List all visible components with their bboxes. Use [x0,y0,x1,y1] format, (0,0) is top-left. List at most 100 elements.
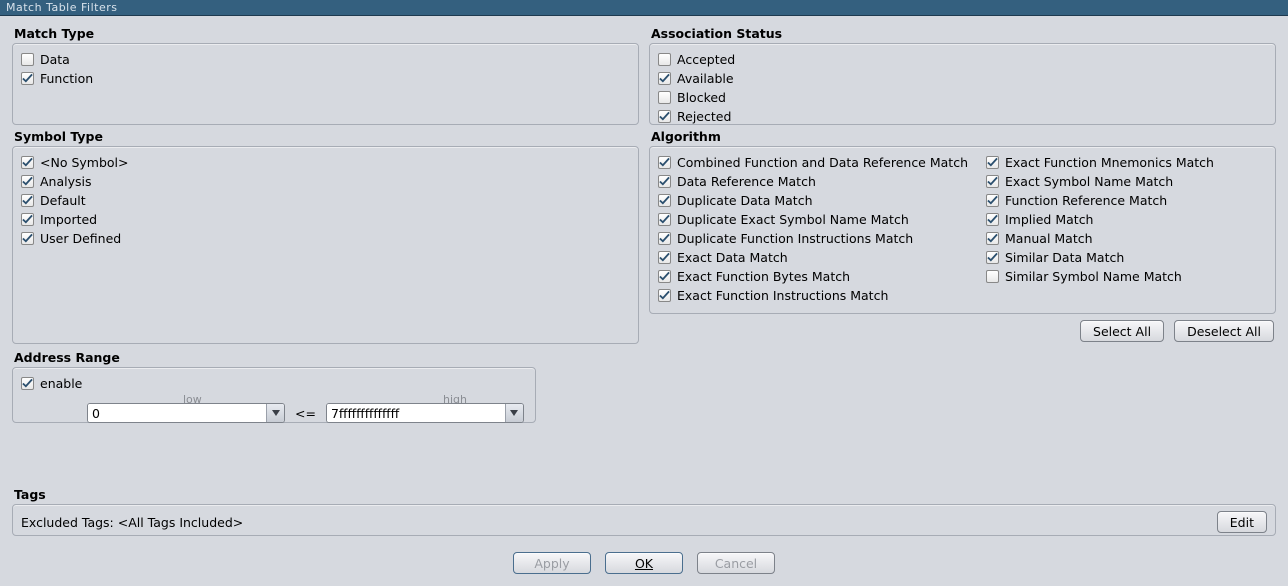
algorithm-item: Exact Symbol Name Match [986,172,1267,191]
tags-section: Tags Excluded Tags: <All Tags Included> … [0,483,1288,536]
algorithm-item: Duplicate Exact Symbol Name Match [658,210,968,229]
symbolType-checkbox[interactable] [21,194,34,207]
algorithm-label: Function Reference Match [1005,193,1167,208]
algorithm-label: Combined Function and Data Reference Mat… [677,155,968,170]
algorithm-group: Combined Function and Data Reference Mat… [649,146,1276,314]
symbolType-label: Imported [40,212,97,227]
algorithm-checkbox[interactable] [658,251,671,264]
window-title: Match Table Filters [6,1,117,14]
select-all-button[interactable]: Select All [1080,320,1164,342]
assocStatus-checkbox[interactable] [658,72,671,85]
symbolType-checkbox[interactable] [21,232,34,245]
low-input[interactable] [88,404,266,422]
algorithm-label: Duplicate Exact Symbol Name Match [677,212,909,227]
assocStatus-checkbox[interactable] [658,53,671,66]
symbolType-label: User Defined [40,231,121,246]
symbolType-label: Default [40,193,86,208]
algorithm-item: Function Reference Match [986,191,1267,210]
matchType-checkbox[interactable] [21,53,34,66]
symbol-type-group: <No Symbol> Analysis Default Imported User D… [12,146,639,344]
tags-title: Tags [12,483,1276,504]
tags-text: Excluded Tags: <All Tags Included> [21,515,243,530]
assocStatus-label: Available [677,71,734,86]
low-dropdown-button[interactable] [266,404,284,422]
algorithm-checkbox[interactable] [658,156,671,169]
address-range-enable-checkbox[interactable] [21,377,34,390]
content-area: Match Type Data Function Symbol Type <No … [0,16,1288,483]
match-type-group: Data Function [12,43,639,125]
algorithm-label: Exact Function Instructions Match [677,288,888,303]
cancel-button[interactable]: Cancel [697,552,775,574]
algorithm-label: Similar Symbol Name Match [1005,269,1182,284]
symbolType-item: Analysis [21,172,630,191]
algorithm-label: Exact Function Bytes Match [677,269,850,284]
tags-group: Excluded Tags: <All Tags Included> Edit [12,504,1276,536]
symbolType-item: User Defined [21,229,630,248]
titlebar: Match Table Filters [0,0,1288,16]
matchType-item: Data [21,50,630,69]
address-range-fields: <= [87,403,527,423]
algorithm-checkbox[interactable] [658,213,671,226]
assocStatus-checkbox[interactable] [658,110,671,123]
algorithm-item: Duplicate Data Match [658,191,968,210]
symbolType-checkbox[interactable] [21,213,34,226]
symbolType-item: <No Symbol> [21,153,630,172]
algorithm-checkbox[interactable] [986,270,999,283]
algorithm-label: Similar Data Match [1005,250,1124,265]
algorithm-label: Exact Function Mnemonics Match [1005,155,1214,170]
assoc-status-group: Accepted Available BlockedRejected [649,43,1276,125]
range-operator: <= [291,406,320,421]
chevron-down-icon [272,410,280,416]
matchType-checkbox[interactable] [21,72,34,85]
algorithm-col1: Combined Function and Data Reference Mat… [658,153,968,305]
algorithm-checkbox[interactable] [658,194,671,207]
algorithm-label: Manual Match [1005,231,1093,246]
symbolType-label: <No Symbol> [40,155,128,170]
chevron-down-icon [510,410,518,416]
symbolType-label: Analysis [40,174,92,189]
address-range-enable-label: enable [40,376,82,391]
algorithm-checkbox[interactable] [658,270,671,283]
algorithm-item: Duplicate Function Instructions Match [658,229,968,248]
assocStatus-item: Rejected [658,107,1267,126]
symbolType-checkbox[interactable] [21,175,34,188]
high-input[interactable] [327,404,505,422]
symbolType-item: Default [21,191,630,210]
algorithm-checkbox[interactable] [986,213,999,226]
address-range-group: enable low high <= [12,367,536,423]
ok-button[interactable]: OK [605,552,683,574]
algorithm-checkbox[interactable] [986,251,999,264]
left-column: Match Type Data Function Symbol Type <No … [12,22,639,483]
algorithm-checkbox[interactable] [658,175,671,188]
matchType-item: Function [21,69,630,88]
symbolType-checkbox[interactable] [21,156,34,169]
algorithm-item: Similar Symbol Name Match [986,267,1267,286]
algorithm-checkbox[interactable] [658,289,671,302]
assocStatus-checkbox[interactable] [658,91,671,104]
apply-button[interactable]: Apply [513,552,591,574]
algorithm-item: Exact Function Bytes Match [658,267,968,286]
deselect-all-button[interactable]: Deselect All [1174,320,1274,342]
edit-tags-button[interactable]: Edit [1217,511,1267,533]
address-range-section: Address Range enable low high [12,346,639,423]
algorithm-label: Implied Match [1005,212,1093,227]
matchType-label: Data [40,52,70,67]
algorithm-item: Implied Match [986,210,1267,229]
high-combo [326,403,524,423]
assocStatus-item: Blocked [658,88,1267,107]
right-column: Association Status AcceptedAvailableBloc… [649,22,1276,483]
algorithm-checkbox[interactable] [986,194,999,207]
match-type-title: Match Type [12,22,639,43]
algorithm-checkbox[interactable] [986,232,999,245]
algorithm-label: Exact Symbol Name Match [1005,174,1173,189]
algorithm-checkbox[interactable] [986,175,999,188]
algorithm-item: Data Reference Match [658,172,968,191]
algorithm-checkbox[interactable] [658,232,671,245]
algorithm-label: Data Reference Match [677,174,816,189]
address-range-enable-row: enable [21,374,527,393]
footer-button-bar: Apply OK Cancel [0,536,1288,586]
assocStatus-label: Accepted [677,52,735,67]
algorithm-checkbox[interactable] [986,156,999,169]
high-dropdown-button[interactable] [505,404,523,422]
symbol-type-title: Symbol Type [12,125,639,146]
